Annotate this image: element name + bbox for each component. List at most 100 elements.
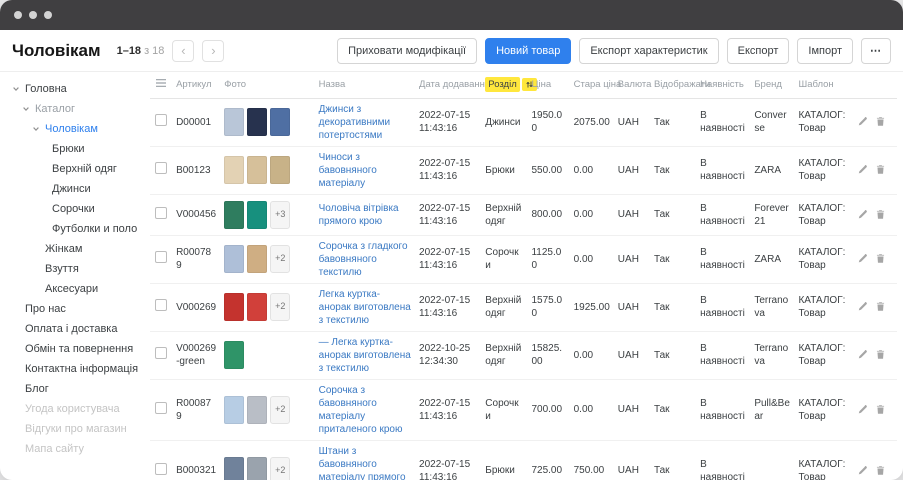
sidebar-item[interactable]: Оплата і доставка <box>0 319 150 339</box>
row-checkbox[interactable] <box>155 463 167 475</box>
product-thumbnail[interactable] <box>247 293 267 321</box>
chevron-down-icon[interactable] <box>22 105 35 113</box>
pencil-icon[interactable] <box>857 301 868 312</box>
product-thumbnail[interactable] <box>224 108 244 136</box>
column-header-template[interactable]: Шаблон <box>794 72 852 98</box>
window-control-dot[interactable] <box>29 11 37 19</box>
table-row[interactable]: B00123Чиноси з бавовняного матеріалу2022… <box>150 146 897 194</box>
column-header-sku[interactable]: Артикул <box>172 72 220 98</box>
prev-page-button[interactable]: ‹ <box>172 40 194 62</box>
product-thumbnail[interactable] <box>247 108 267 136</box>
table-row[interactable]: D00001Джинси з декоративними потертостям… <box>150 98 897 146</box>
table-menu-header[interactable] <box>150 72 172 98</box>
pencil-icon[interactable] <box>857 116 868 127</box>
sidebar-item[interactable]: Взуття <box>0 259 150 279</box>
column-header-name[interactable]: Назва <box>315 72 415 98</box>
trash-icon[interactable] <box>875 209 886 220</box>
sidebar-item[interactable]: Обмін та повернення <box>0 339 150 359</box>
product-name-link[interactable]: Сорочка з гладкого бавовняного текстилю <box>319 241 408 278</box>
new-product-button[interactable]: Новий товар <box>485 38 571 64</box>
sidebar-item[interactable]: Каталог <box>0 99 150 119</box>
sidebar-item[interactable]: Блог <box>0 379 150 399</box>
column-header-photo[interactable]: Фото <box>220 72 314 98</box>
sidebar-item[interactable]: Аксесуари <box>0 279 150 299</box>
column-header-section[interactable]: Розділ <box>481 72 527 98</box>
table-row[interactable]: R000879+2Сорочка з бавовняного матеріалу… <box>150 379 897 440</box>
row-checkbox[interactable] <box>155 207 167 219</box>
hide-modifications-button[interactable]: Приховати модифікації <box>337 38 477 64</box>
product-thumbnail[interactable] <box>247 396 267 424</box>
sidebar-item[interactable]: Про нас <box>0 299 150 319</box>
column-header-availability[interactable]: Наявність <box>696 72 750 98</box>
product-thumbnail[interactable] <box>247 457 267 480</box>
trash-icon[interactable] <box>875 349 886 360</box>
table-row[interactable]: R000789+2Сорочка з гладкого бавовняного … <box>150 235 897 283</box>
chevron-down-icon[interactable] <box>32 125 45 133</box>
product-thumbnail[interactable] <box>224 245 244 273</box>
product-thumbnail[interactable] <box>247 201 267 229</box>
trash-icon[interactable] <box>875 164 886 175</box>
export-characteristics-button[interactable]: Експорт характеристик <box>579 38 718 64</box>
sidebar-item[interactable]: Мапа сайту <box>0 439 150 459</box>
sidebar-item[interactable]: Головна <box>0 79 150 99</box>
product-thumbnail[interactable] <box>224 293 244 321</box>
trash-icon[interactable] <box>875 301 886 312</box>
product-thumbnail[interactable] <box>247 245 267 273</box>
sidebar-item[interactable]: Відгуки про магазин <box>0 419 150 439</box>
product-name-link[interactable]: Сорочка з бавовняного матеріалу притален… <box>319 385 403 435</box>
export-button[interactable]: Експорт <box>727 38 790 64</box>
table-row[interactable]: V000269+2Легка куртка-анорак виготовлена… <box>150 283 897 331</box>
trash-icon[interactable] <box>875 116 886 127</box>
pencil-icon[interactable] <box>857 465 868 476</box>
product-thumbnail[interactable] <box>270 156 290 184</box>
row-checkbox[interactable] <box>155 162 167 174</box>
sidebar-item[interactable]: Сорочки <box>0 199 150 219</box>
next-page-button[interactable]: › <box>202 40 224 62</box>
product-thumbnail[interactable] <box>224 156 244 184</box>
column-header-display[interactable]: Відображати <box>650 72 696 98</box>
row-checkbox[interactable] <box>155 299 167 311</box>
trash-icon[interactable] <box>875 404 886 415</box>
sidebar-item[interactable]: Джинси <box>0 179 150 199</box>
pencil-icon[interactable] <box>857 349 868 360</box>
window-control-dot[interactable] <box>44 11 52 19</box>
product-thumbnail[interactable] <box>270 108 290 136</box>
table-row[interactable]: V000269-green— Легка куртка-анорак вигот… <box>150 331 897 379</box>
window-control-dot[interactable] <box>14 11 22 19</box>
product-name-link[interactable]: Джинси з декоративними потертостями <box>319 104 390 141</box>
sidebar-item[interactable]: Брюки <box>0 139 150 159</box>
product-name-link[interactable]: Легка куртка-анорак виготовлена з тексти… <box>319 289 411 326</box>
list-icon[interactable] <box>155 78 167 88</box>
column-header-brand[interactable]: Бренд <box>750 72 794 98</box>
table-row[interactable]: V000456+3Чоловіча вітрівка прямого крою2… <box>150 194 897 235</box>
sidebar-item[interactable]: Контактна інформація <box>0 359 150 379</box>
row-checkbox[interactable] <box>155 402 167 414</box>
import-button[interactable]: Імпорт <box>797 38 853 64</box>
sidebar-item[interactable]: Угода користувача <box>0 399 150 419</box>
pencil-icon[interactable] <box>857 209 868 220</box>
product-thumbnail[interactable] <box>224 396 244 424</box>
sidebar-item[interactable]: Чоловікам <box>0 119 150 139</box>
pencil-icon[interactable] <box>857 164 868 175</box>
product-thumbnail[interactable] <box>224 341 244 369</box>
column-header-currency[interactable]: Валюта <box>614 72 650 98</box>
column-header-old_price[interactable]: Стара ціна <box>570 72 614 98</box>
pencil-icon[interactable] <box>857 253 868 264</box>
more-actions-button[interactable]: ⋯ <box>861 38 891 64</box>
product-thumbnail[interactable] <box>224 457 244 480</box>
product-name-link[interactable]: — Легка куртка-анорак виготовлена з текс… <box>319 337 411 374</box>
product-thumbnail[interactable] <box>247 156 267 184</box>
chevron-down-icon[interactable] <box>12 85 25 93</box>
row-checkbox[interactable] <box>155 347 167 359</box>
sidebar-item[interactable]: Жінкам <box>0 239 150 259</box>
column-header-price[interactable]: Ціна <box>527 72 569 98</box>
column-header-date[interactable]: Дата додавання <box>415 72 481 98</box>
trash-icon[interactable] <box>875 253 886 264</box>
table-row[interactable]: B000321+2Штани з бавовняного матеріалу п… <box>150 440 897 480</box>
trash-icon[interactable] <box>875 465 886 476</box>
product-name-link[interactable]: Чоловіча вітрівка прямого крою <box>319 203 399 227</box>
product-thumbnail[interactable] <box>224 201 244 229</box>
sidebar-item[interactable]: Верхній одяг <box>0 159 150 179</box>
product-name-link[interactable]: Чиноси з бавовняного матеріалу <box>319 152 377 189</box>
row-checkbox[interactable] <box>155 114 167 126</box>
